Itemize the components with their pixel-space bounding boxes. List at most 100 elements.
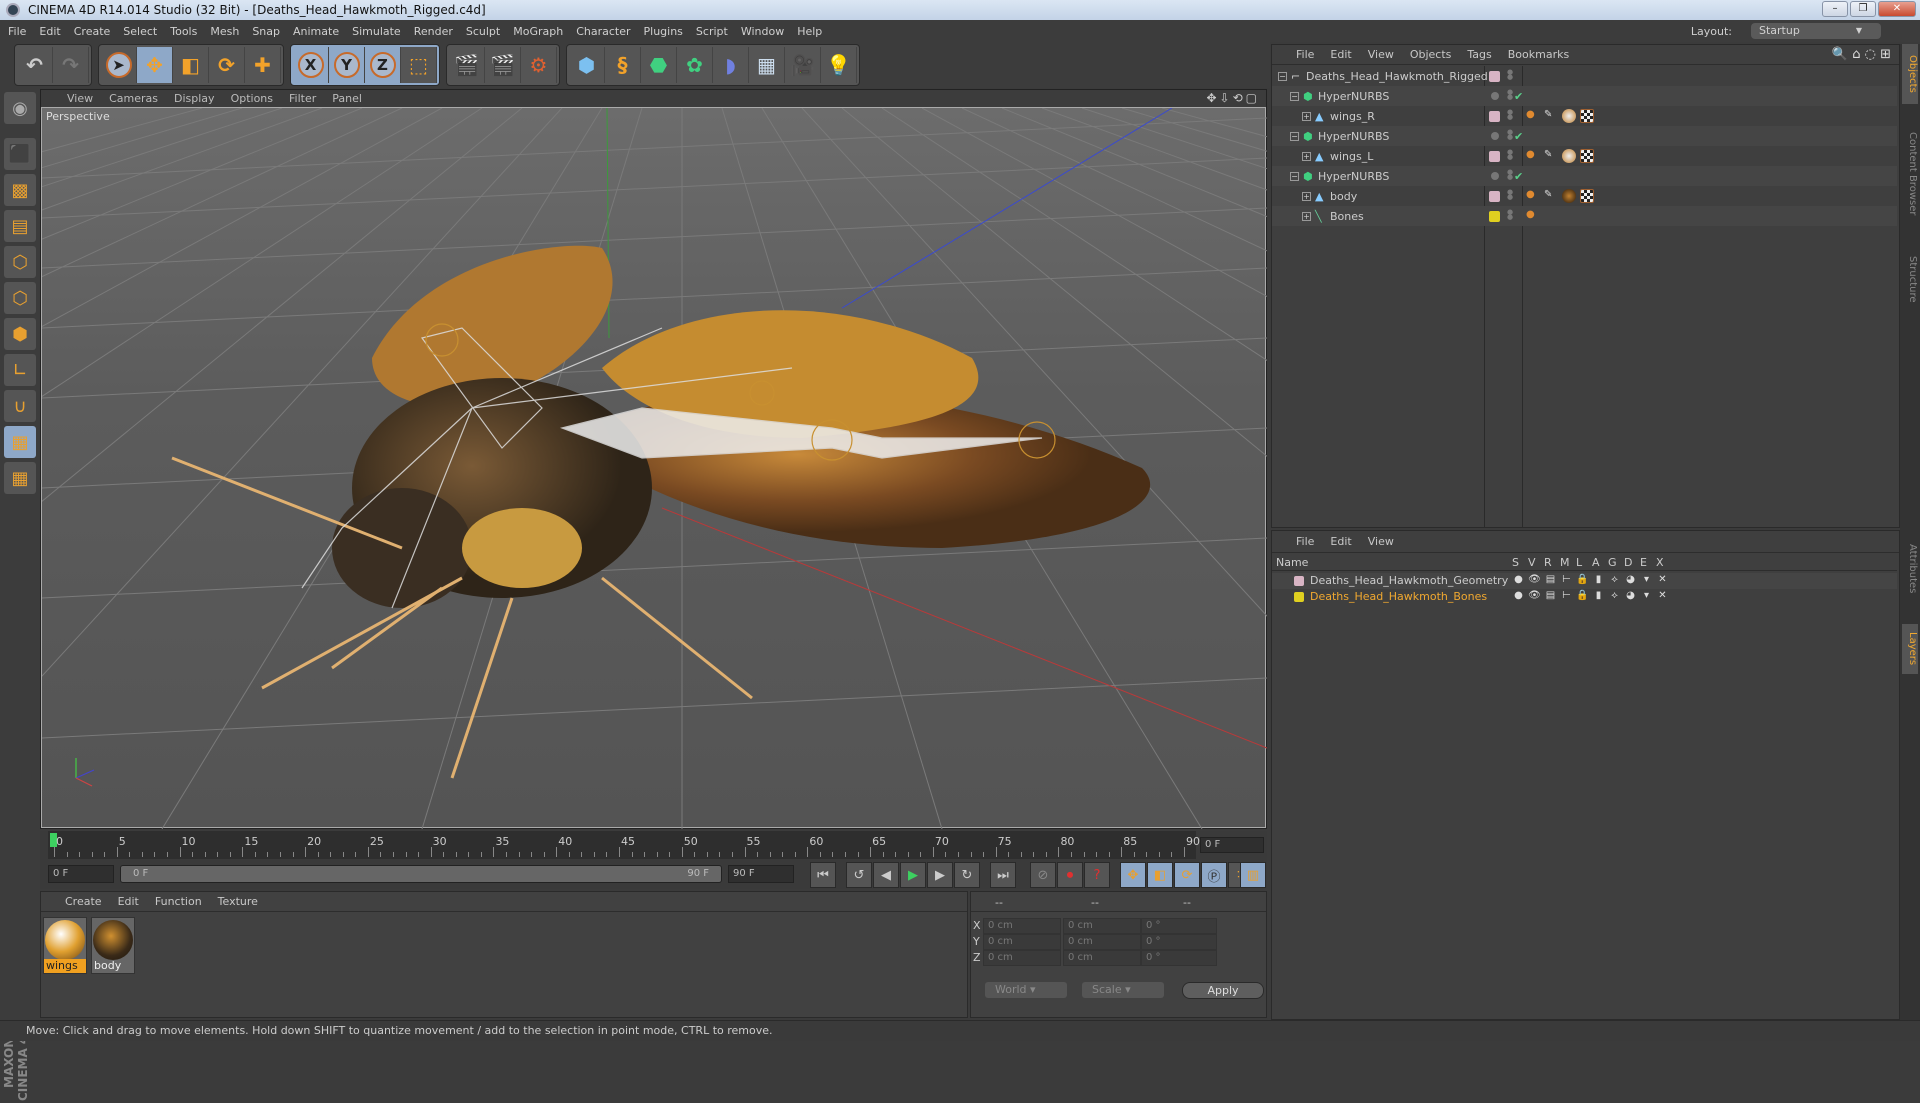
layer-row[interactable]: Deaths_Head_Hawkmoth_Geometry ● 👁 ▤ ⊢ 🔒 ▮ ⟡ ◕ ▾ ✕ — [1272, 573, 1897, 589]
texture-tag-icon[interactable] — [1580, 189, 1594, 203]
material-menu-texture[interactable]: Texture — [218, 895, 258, 908]
key-scale-toggle[interactable]: ◧ — [1147, 862, 1173, 888]
layer-e-toggle-icon[interactable]: ▾ — [1640, 574, 1653, 585]
weight-tag-icon[interactable]: ● — [1526, 209, 1540, 223]
expand-toggle-icon[interactable]: − — [1290, 171, 1299, 181]
menu-character[interactable]: Character — [576, 25, 630, 38]
material-wings[interactable]: wings — [43, 917, 87, 974]
object-name[interactable]: HyperNURBS — [1318, 130, 1389, 143]
layer-a-toggle-icon[interactable]: ▮ — [1592, 590, 1605, 601]
coord-field[interactable]: 0 ° — [1141, 934, 1217, 950]
coordinate-mode-dropdown[interactable]: World ▾ — [985, 982, 1067, 998]
object-row[interactable]: − ⬢ HyperNURBS ● ● ✔ — [1272, 166, 1897, 186]
x-axis-toggle[interactable]: X — [293, 47, 329, 83]
spline-button[interactable]: § — [605, 47, 641, 83]
next-key-button[interactable]: ↻ — [954, 862, 980, 888]
layer-d-toggle-icon[interactable]: ◕ — [1624, 574, 1637, 585]
expand-toggle-icon[interactable]: + — [1302, 211, 1311, 221]
object-name[interactable]: wings_L — [1330, 150, 1373, 163]
workplane-button[interactable]: ▦ — [4, 426, 36, 458]
object-row[interactable]: + ▲ wings_L ● ● ● ✎ — [1272, 146, 1897, 166]
locked-workplane-button[interactable]: ▦ — [4, 462, 36, 494]
object-menu-edit[interactable]: Edit — [1330, 48, 1351, 61]
light-button[interactable]: 💡 — [821, 47, 857, 83]
keyframe-selection-button[interactable]: ? — [1084, 862, 1110, 888]
layer-name[interactable]: Deaths_Head_Hawkmoth_Bones — [1310, 590, 1487, 603]
deformer-button[interactable]: ◗ — [713, 47, 749, 83]
tab-content-browser[interactable]: Content Browser — [1902, 104, 1918, 244]
enabled-check-icon[interactable]: ✔ — [1514, 90, 1523, 103]
object-name[interactable]: Deaths_Head_Hawkmoth_Rigged — [1306, 70, 1488, 83]
visibility-dots-icon[interactable]: ● ● — [1507, 209, 1513, 222]
enabled-check-icon[interactable]: ✔ — [1514, 130, 1523, 143]
redo-button[interactable]: ↷ — [53, 47, 89, 83]
layer-column-s[interactable]: S — [1512, 556, 1519, 569]
menu-window[interactable]: Window — [741, 25, 784, 38]
object-row[interactable]: + ▲ wings_R ● ● ● ✎ — [1272, 106, 1897, 126]
expand-toggle-icon[interactable]: − — [1290, 131, 1299, 141]
menu-file[interactable]: File — [8, 25, 26, 38]
visibility-dots-icon[interactable]: ● ● — [1507, 109, 1513, 122]
axis-mode-button[interactable]: ∟ — [4, 354, 36, 386]
ik-tag-icon[interactable]: ✎ — [1544, 189, 1558, 203]
object-name[interactable]: HyperNURBS — [1318, 170, 1389, 183]
frame-ruler[interactable]: 0 5 10 15 20 25 30 35 40 45 50 55 60 65 70 75 80 85 90 — [48, 831, 1200, 859]
minimize-button[interactable]: – — [1822, 1, 1848, 17]
points-mode-button[interactable]: ⬡ — [4, 246, 36, 278]
layer-menu-edit[interactable]: Edit — [1330, 535, 1351, 548]
menu-script[interactable]: Script — [696, 25, 728, 38]
start-frame-field[interactable]: 0 F — [48, 865, 114, 883]
layer-a-toggle-icon[interactable]: ▮ — [1592, 574, 1605, 585]
layer-v-toggle-icon[interactable]: 👁 — [1528, 590, 1541, 601]
layer-column-l[interactable]: L — [1576, 556, 1582, 569]
tab-layers[interactable]: Layers — [1902, 624, 1918, 674]
weight-tag-icon[interactable]: ● — [1526, 189, 1540, 203]
layer-s-toggle-icon[interactable]: ● — [1512, 590, 1525, 601]
frame-range-slider[interactable]: 0 F 90 F — [120, 865, 722, 883]
model-mode-button[interactable]: ⬛ — [4, 138, 36, 170]
menu-mesh[interactable]: Mesh — [210, 25, 239, 38]
object-menu-file[interactable]: File — [1296, 48, 1314, 61]
layer-row[interactable]: Deaths_Head_Hawkmoth_Bones ● 👁 ▤ ⊢ 🔒 ▮ ⟡ ◕ ▾ ✕ — [1272, 589, 1897, 605]
expand-toggle-icon[interactable]: − — [1278, 71, 1287, 81]
layer-color-swatch[interactable] — [1294, 576, 1304, 586]
key-position-toggle[interactable]: ✥ — [1120, 862, 1146, 888]
material-wings-tag-icon[interactable] — [1562, 109, 1576, 123]
go-to-end-button[interactable]: ⏭ — [990, 862, 1016, 888]
coord-field[interactable]: 0 cm — [983, 950, 1061, 966]
layer-color-swatch[interactable] — [1489, 190, 1500, 202]
current-frame-field[interactable]: 0 F — [1200, 837, 1264, 853]
layer-l-toggle-icon[interactable]: 🔒 — [1576, 590, 1589, 601]
viewport-menu-display[interactable]: Display — [174, 92, 215, 105]
ik-tag-icon[interactable]: ✎ — [1544, 109, 1558, 123]
rotate-tool-button[interactable]: ⟳ — [209, 47, 245, 83]
object-name[interactable]: HyperNURBS — [1318, 90, 1389, 103]
object-menu-tags[interactable]: Tags — [1467, 48, 1491, 61]
expand-toggle-icon[interactable]: − — [1290, 91, 1299, 101]
add-object-button[interactable]: ✚ — [245, 47, 281, 83]
autokey-button[interactable]: ⏺ — [1057, 862, 1083, 888]
layer-color-swatch[interactable] — [1294, 592, 1304, 602]
viewport-menu-view[interactable]: View — [67, 92, 93, 105]
layer-x-toggle-icon[interactable]: ✕ — [1656, 574, 1669, 585]
object-name[interactable]: wings_R — [1330, 110, 1375, 123]
object-manager-icons[interactable]: 🔍 ⌂ ◌ ⊞ — [1832, 47, 1891, 62]
visibility-dots-icon[interactable]: ● ● — [1507, 169, 1513, 182]
coord-field[interactable]: 0 ° — [1141, 918, 1217, 934]
layer-m-toggle-icon[interactable]: ⊢ — [1560, 590, 1573, 601]
layer-r-toggle-icon[interactable]: ▤ — [1544, 590, 1557, 601]
render-picture-button[interactable]: 🎬 — [485, 47, 521, 83]
layer-color-swatch[interactable] — [1489, 110, 1500, 122]
layer-x-toggle-icon[interactable]: ✕ — [1656, 590, 1669, 601]
visibility-dots-icon[interactable]: ● ● — [1507, 69, 1513, 82]
snap-button[interactable]: ∪ — [4, 390, 36, 422]
play-button[interactable]: ▶ — [900, 862, 926, 888]
layer-column-name[interactable]: Name — [1276, 556, 1308, 569]
expand-toggle-icon[interactable]: + — [1302, 111, 1311, 121]
scale-tool-button[interactable]: ◧ — [173, 47, 209, 83]
layer-m-toggle-icon[interactable]: ⊢ — [1560, 574, 1573, 585]
next-frame-button[interactable]: ▶ — [927, 862, 953, 888]
tab-structure[interactable]: Structure — [1902, 244, 1918, 314]
layer-g-toggle-icon[interactable]: ⟡ — [1608, 574, 1621, 585]
enabled-check-icon[interactable]: ✔ — [1514, 170, 1523, 183]
